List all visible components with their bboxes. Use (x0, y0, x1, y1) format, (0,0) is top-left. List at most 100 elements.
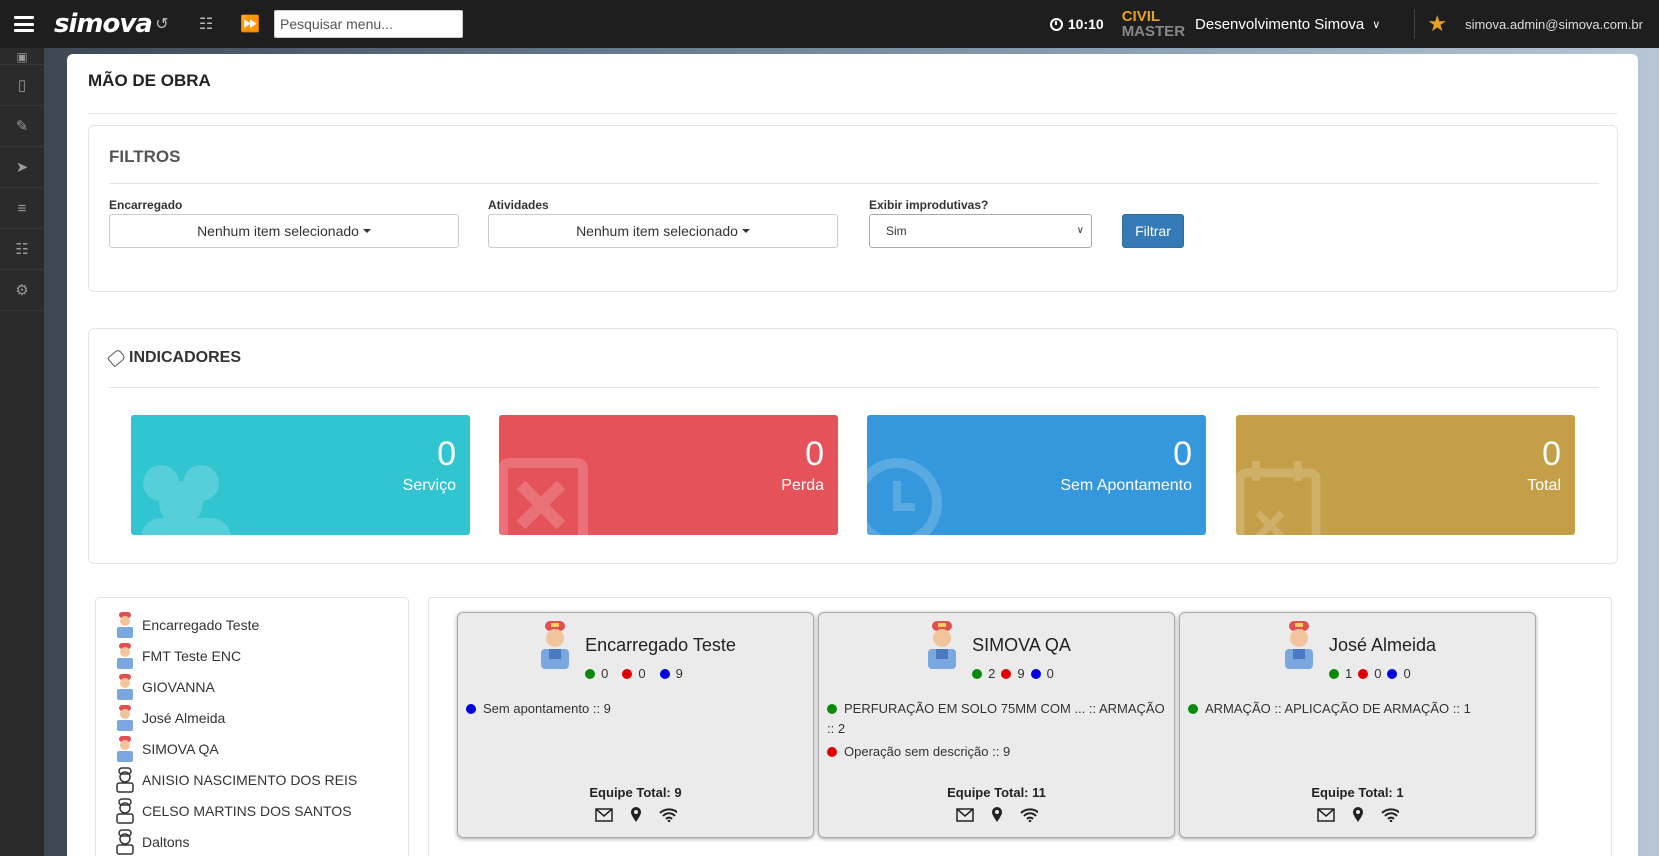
page-title: MÃO DE OBRA (88, 71, 211, 90)
team-total: Equipe Total: 9 (589, 785, 682, 800)
map-marker-icon[interactable] (627, 807, 645, 823)
kpi-total: 0 Total (1236, 415, 1575, 535)
encarregados-list: Encarregado Teste FMT Teste ENC GIOVANNA… (95, 597, 409, 856)
sidebar-item-settings[interactable]: ⚙ (0, 270, 44, 311)
foreman-avatar-icon (541, 621, 570, 669)
sidebar: ▣ ▯ ✎ ➤ ≡ ☷ ⚙ (0, 48, 44, 856)
team-card[interactable]: SIMOVA QA 2 9 0 PERFURAÇÃO EM SOLO 75MM … (818, 612, 1175, 838)
search-menu-input[interactable] (274, 10, 463, 38)
activities-list: Sem apontamento :: 9 (466, 699, 806, 722)
close-square-icon (499, 458, 588, 535)
edit-icon: ✎ (15, 118, 29, 135)
indicators-panel: INDICADORES 0 Serviço 0 Perda 0 Sem Apon… (88, 328, 1618, 564)
team-total: Equipe Total: 11 (947, 785, 1046, 800)
atividades-multiselect[interactable]: Nenhum item selecionado (488, 214, 838, 248)
gamepad-icon: ▣ (16, 50, 28, 64)
settings-icon: ⚙ (15, 282, 29, 299)
list-item[interactable]: Daltons (114, 828, 189, 856)
kpi-sem-apontamento: 0 Sem Apontamento (867, 415, 1206, 535)
history-icon[interactable]: ↺ (140, 14, 184, 34)
team-card[interactable]: José Almeida 1 0 0 ARMAÇÃO :: APLICAÇÃO … (1179, 612, 1536, 838)
database-icon: ≡ (17, 199, 27, 217)
wifi-icon[interactable] (1019, 807, 1038, 823)
activities-list: PERFURAÇÃO EM SOLO 75MM COM ... :: ARMAÇ… (827, 699, 1167, 765)
users-icon (141, 465, 231, 535)
improdutivas-label: Exibir improdutivas? (869, 198, 989, 212)
activities-list: ARMAÇÃO :: APLICAÇÃO DE ARMAÇÃO :: 1 (1188, 699, 1528, 722)
foreman-avatar-icon (117, 674, 133, 700)
envelope-icon[interactable] (1316, 807, 1335, 823)
user-email[interactable]: simova.admin@simova.com.br (1465, 17, 1643, 32)
tablet-icon: ▯ (17, 77, 27, 94)
list-item[interactable]: SIMOVA QA (114, 735, 219, 763)
caret-down-icon (741, 229, 750, 233)
sidebar-item-document[interactable]: ☷ (0, 229, 44, 270)
grid-icon[interactable]: ☷ (184, 14, 228, 34)
foreman-avatar-icon (928, 621, 957, 669)
simova-logo[interactable]: simova (54, 9, 153, 39)
foreman-avatar-icon (117, 612, 133, 638)
list-item[interactable]: Encarregado Teste (114, 611, 259, 639)
filters-title: FILTROS (109, 147, 181, 166)
rocket-icon: ➤ (15, 159, 29, 176)
sidebar-item-gamepad[interactable]: ▣ (0, 48, 44, 65)
list-item[interactable]: CELSO MARTINS DOS SANTOS (114, 797, 352, 825)
green-count: 0 (585, 666, 608, 681)
team-cards-panel: Encarregado Teste 0 0 9 Sem apontamento … (428, 597, 1612, 856)
filters-panel: FILTROS Encarregado Nenhum item selecion… (88, 125, 1618, 292)
team-card-name: José Almeida (1328, 635, 1437, 655)
divider (109, 183, 1599, 184)
activity-item: ARMAÇÃO :: APLICAÇÃO DE ARMAÇÃO :: 1 (1188, 699, 1528, 719)
improdutivas-select[interactable]: Sim ∨ (869, 214, 1092, 248)
tag-icon (106, 348, 127, 368)
sidebar-item-tablet[interactable]: ▯ (0, 65, 44, 106)
company-selector[interactable]: Desenvolvimento Simova ∨ (1195, 16, 1380, 33)
sidebar-item-edit[interactable]: ✎ (0, 106, 44, 147)
red-count: 0 (1358, 666, 1381, 681)
blue-count: 9 (659, 666, 683, 681)
map-marker-icon[interactable] (988, 807, 1006, 823)
divider (88, 113, 1618, 114)
activity-item: Operação sem descrição :: 9 (827, 742, 1167, 762)
clock: 10:10 (1049, 16, 1104, 32)
team-card-name: Encarregado Teste (585, 635, 736, 655)
encarregado-label: Encarregado (109, 198, 183, 212)
list-item[interactable]: ANISIO NASCIMENTO DOS REIS (114, 766, 357, 794)
wifi-icon[interactable] (658, 807, 677, 823)
worker-avatar-icon (116, 829, 134, 855)
list-item[interactable]: GIOVANNA (114, 673, 215, 701)
kpi-servico: 0 Serviço (131, 415, 470, 535)
indicators-heading: INDICADORES (106, 348, 241, 368)
list-item[interactable]: FMT Teste ENC (114, 642, 241, 670)
document-icon: ☷ (15, 241, 29, 258)
filter-button[interactable]: Filtrar (1122, 214, 1184, 248)
team-total: Equipe Total: 1 (1311, 785, 1404, 800)
envelope-icon[interactable] (955, 807, 974, 823)
red-count: 9 (1001, 666, 1025, 681)
menu-toggle-button[interactable] (0, 0, 48, 48)
clock-time: 10:10 (1067, 16, 1104, 32)
sidebar-item-database[interactable]: ≡ (0, 188, 44, 229)
blue-count: 0 (1030, 666, 1054, 681)
atividades-label: Atividades (488, 198, 549, 212)
encarregado-multiselect[interactable]: Nenhum item selecionado (109, 214, 459, 248)
wifi-icon[interactable] (1380, 807, 1399, 823)
list-item[interactable]: José Almeida (114, 704, 225, 732)
company-name: Desenvolvimento Simova (1195, 15, 1365, 33)
sidebar-item-rocket[interactable]: ➤ (0, 147, 44, 188)
red-count: 0 (622, 666, 646, 681)
fast-forward-icon[interactable]: ⏩ (228, 14, 272, 34)
worker-avatar-icon (116, 767, 134, 793)
caret-down-icon (362, 229, 371, 233)
envelope-icon[interactable] (594, 807, 613, 823)
activity-item: PERFURAÇÃO EM SOLO 75MM COM ... :: ARMAÇ… (827, 701, 1165, 736)
chevron-down-icon: ∨ (1076, 225, 1084, 236)
calendar-icon (1236, 461, 1321, 535)
team-card[interactable]: Encarregado Teste 0 0 9 Sem apontamento … (457, 612, 814, 838)
map-marker-icon[interactable] (1349, 807, 1367, 823)
green-count: 2 (972, 666, 995, 681)
foreman-avatar-icon (117, 643, 133, 669)
foreman-avatar-icon (117, 736, 133, 762)
civil-master-logo: CIVIL MASTER (1121, 8, 1186, 40)
clock-icon (1049, 17, 1063, 31)
